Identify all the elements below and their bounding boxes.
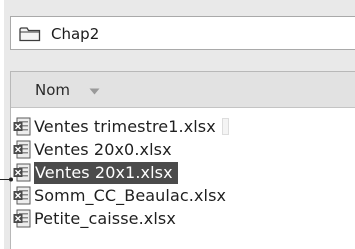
callout-pointer	[0, 177, 13, 182]
file-name: Petite_caisse.xlsx	[34, 208, 176, 228]
file-rows: Ventes trimestre1.xlsx Ventes 20x0.xlsx	[13, 115, 229, 230]
file-row-4[interactable]: Somm_CC_Beaulac.xlsx	[13, 184, 229, 207]
file-row-5[interactable]: Petite_caisse.xlsx	[13, 207, 229, 230]
excel-file-icon	[13, 140, 31, 159]
file-row-1[interactable]: Ventes trimestre1.xlsx	[13, 115, 229, 138]
excel-file-icon	[13, 209, 31, 228]
column-header-name[interactable]: Nom	[11, 72, 355, 108]
sort-descending-icon[interactable]	[89, 88, 100, 95]
folder-path-field[interactable]: Chap2	[10, 16, 355, 50]
file-name: Somm_CC_Beaulac.xlsx	[34, 185, 227, 205]
file-name: Ventes 20x0.xlsx	[34, 139, 172, 159]
current-folder-name: Chap2	[51, 25, 100, 43]
file-name: Ventes 20x1.xlsx	[34, 161, 178, 184]
save-dialog: Chap2 Nom Ventes trimestre1.xlsx Ventes …	[4, 0, 355, 249]
file-row-2[interactable]: Ventes 20x0.xlsx	[13, 138, 229, 161]
file-list: Nom Ventes trimestre1.xlsx Ventes 20x0.x…	[10, 71, 355, 249]
excel-file-icon	[13, 117, 31, 136]
column-header-label: Nom	[35, 81, 71, 99]
folder-icon	[19, 27, 41, 42]
file-row-3-selected[interactable]: Ventes 20x1.xlsx	[13, 161, 229, 184]
excel-file-icon	[13, 163, 31, 182]
file-name: Ventes trimestre1.xlsx	[34, 116, 216, 136]
excel-file-icon	[13, 186, 31, 205]
text-cursor	[221, 118, 229, 135]
